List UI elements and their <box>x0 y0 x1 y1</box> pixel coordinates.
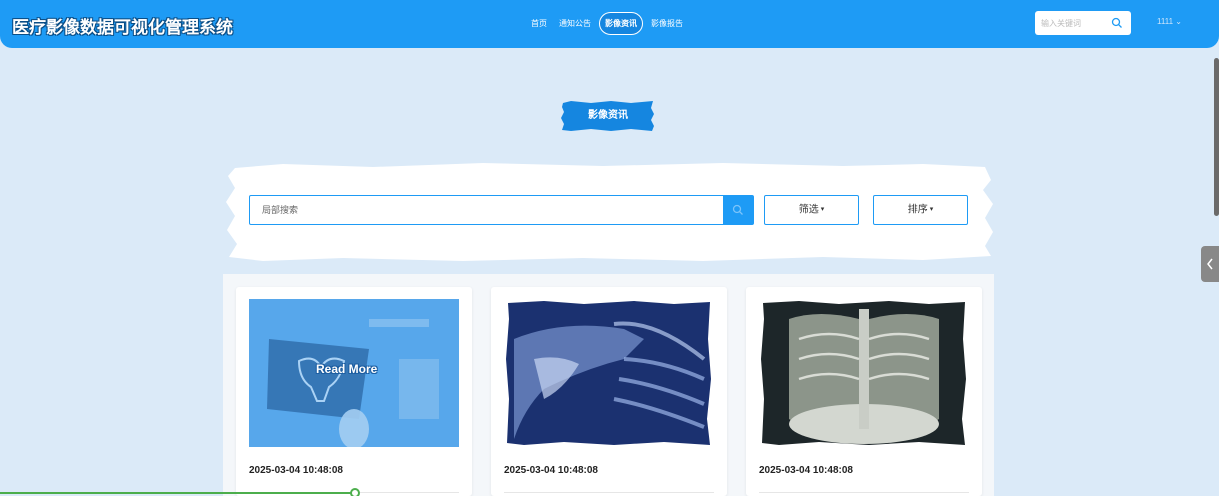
filter-dropdown[interactable]: 筛选 ▾ <box>764 195 859 225</box>
local-search-button[interactable] <box>723 196 753 224</box>
page-progress-knob[interactable] <box>350 488 360 496</box>
page-scrollbar[interactable] <box>1214 58 1219 216</box>
nav-item-imaging-news[interactable]: 影像资讯 <box>599 11 643 35</box>
card-divider <box>759 492 969 493</box>
page-progress-bar <box>0 492 355 494</box>
app-title: 医疗影像数据可视化管理系统 <box>12 18 233 37</box>
nav-item-notices[interactable]: 通知公告 <box>555 13 595 34</box>
card-divider <box>504 492 714 493</box>
chest-xray-image <box>761 301 966 445</box>
main-nav: 首页 通知公告 影像资讯 影像报告 <box>527 11 687 35</box>
user-menu[interactable]: 1111 ⌄ <box>1157 17 1182 26</box>
nav-item-imaging-reports[interactable]: 影像报告 <box>647 13 687 34</box>
side-panel-toggle[interactable] <box>1201 246 1219 282</box>
read-more-label: Read More <box>316 362 378 376</box>
sort-dropdown[interactable]: 排序 ▾ <box>873 195 968 225</box>
nav-item-home[interactable]: 首页 <box>527 13 551 34</box>
header-search-input[interactable] <box>1035 11 1107 35</box>
card-date: 2025-03-04 10:48:08 <box>249 465 343 476</box>
top-header: 医疗影像数据可视化管理系统 首页 通知公告 影像资讯 影像报告 1111 ⌄ <box>0 0 1219 48</box>
news-card[interactable]: 2025-03-04 10:48:08 <box>491 287 727 496</box>
chevron-down-icon: ⌄ <box>1175 17 1182 26</box>
section-title-banner: 影像资讯 <box>561 100 655 132</box>
shoulder-xray-image <box>506 301 711 445</box>
news-card[interactable]: Read More 2025-03-04 10:48:08 <box>236 287 472 496</box>
user-name: 1111 <box>1157 17 1174 26</box>
card-date: 2025-03-04 10:48:08 <box>759 465 853 476</box>
chevron-left-icon <box>1207 258 1213 270</box>
filter-label: 筛选 <box>798 204 819 216</box>
sort-label: 排序 <box>907 204 928 216</box>
search-icon <box>732 204 743 215</box>
header-search <box>1035 11 1131 35</box>
local-search-box <box>249 195 754 225</box>
news-card[interactable]: 2025-03-04 10:48:08 <box>746 287 982 496</box>
local-search-input[interactable] <box>250 196 724 224</box>
caret-down-icon: ▾ <box>929 206 934 213</box>
search-icon[interactable] <box>1111 17 1123 29</box>
card-date: 2025-03-04 10:48:08 <box>504 465 598 476</box>
section-title: 影像资讯 <box>588 110 628 121</box>
caret-down-icon: ▾ <box>820 206 825 213</box>
